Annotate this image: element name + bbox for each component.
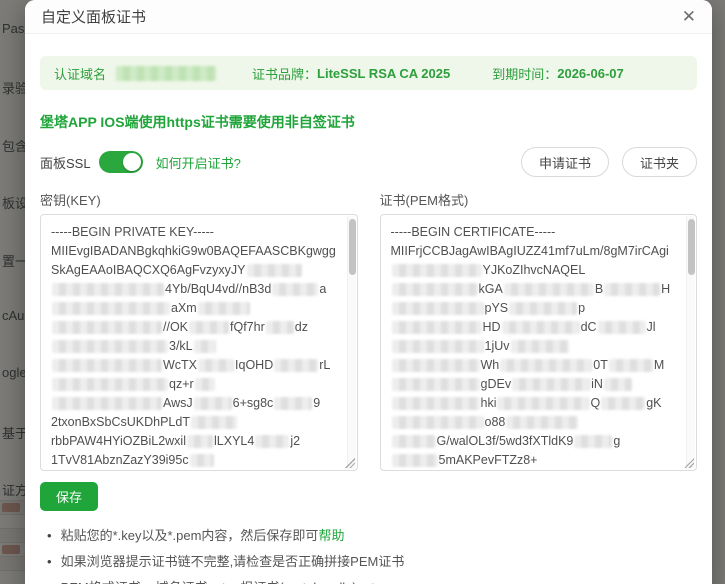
cert-expiry-value: 2026-06-07: [557, 65, 624, 81]
redacted-domain: [116, 65, 217, 81]
scrollbar-thumb[interactable]: [348, 219, 356, 275]
cert-columns: 密钥(KEY) -----BEGIN PRIVATE KEY----- MIIEv…: [40, 190, 697, 471]
scrollbar-thumb[interactable]: [688, 219, 695, 275]
key-label: 密钥(KEY): [40, 193, 101, 208]
close-icon[interactable]: ✕: [682, 8, 696, 25]
pem-cert-textarea[interactable]: -----BEGIN CERTIFICATE----- MIIFrjCCBJagA…: [379, 214, 697, 471]
cert-info-bar: 认证域名 证书品牌： LiteSSL RSA CA 2025 到期时间： 202…: [40, 56, 697, 90]
private-key-textarea[interactable]: -----BEGIN PRIVATE KEY----- MIIEvgIBADANB…: [40, 214, 358, 471]
tip-item: 粘贴您的*.key以及*.pem内容，然后保存即可帮助: [40, 523, 697, 549]
pem-column: 证书(PEM格式) -----BEGIN CERTIFICATE----- MII…: [379, 190, 697, 471]
how-to-enable-cert-link[interactable]: 如何开启证书?: [156, 153, 241, 172]
help-link[interactable]: 帮助: [318, 528, 344, 543]
custom-panel-cert-modal: 自定义面板证书 ✕ 认证域名 证书品牌： LiteSSL RSA CA 2025…: [25, 0, 712, 584]
resize-handle-icon[interactable]: [344, 458, 355, 468]
tip-item: 如果浏览器提示证书链不完整,请检查是否正确拼接PEM证书: [40, 549, 697, 575]
pem-label: 证书(PEM格式): [379, 193, 469, 208]
screen: Pas录验包含板设置一cAuogle基于证方 自定义面板证书 ✕ 认证域名 证书…: [0, 0, 725, 584]
toggle-knob: [122, 153, 141, 171]
cert-brand-label: 证书品牌：: [252, 66, 318, 82]
save-button[interactable]: 保存: [40, 482, 99, 511]
modal-body: 认证域名 证书品牌： LiteSSL RSA CA 2025 到期时间： 202…: [25, 34, 712, 584]
panel-ssl-toggle[interactable]: [98, 151, 143, 173]
tip-item: PEM格式证书 = 域名证书.crt + 根证书(root_bundle).cr…: [40, 575, 697, 584]
tips-list: 粘贴您的*.key以及*.pem内容，然后保存即可帮助 如果浏览器提示证书链不完…: [40, 523, 697, 584]
panel-ssl-row: 面板SSL 如何开启证书? 申请证书 证书夹: [40, 147, 697, 177]
cert-expiry-label: 到期时间：: [492, 66, 558, 82]
cert-brand-value: LiteSSL RSA CA 2025: [317, 65, 451, 81]
ios-https-notice: 堡塔APP IOS端使用https证书需要使用非自签证书: [40, 114, 355, 130]
tip-text: 粘贴您的*.key以及*.pem内容，然后保存即可: [60, 528, 319, 543]
tip-text: PEM格式证书 = 域名证书.crt + 根证书(root_bundle).cr…: [61, 580, 375, 584]
panel-ssl-label: 面板SSL: [40, 155, 91, 171]
auth-domain-label: 认证域名: [54, 66, 107, 82]
cert-folder-button[interactable]: 证书夹: [621, 147, 697, 177]
resize-handle-icon[interactable]: [684, 458, 694, 468]
tip-text: 如果浏览器提示证书链不完整,请检查是否正确拼接PEM证书: [60, 554, 405, 569]
apply-cert-button[interactable]: 申请证书: [520, 147, 609, 177]
modal-title: 自定义面板证书: [41, 9, 147, 26]
key-column: 密钥(KEY) -----BEGIN PRIVATE KEY----- MIIEv…: [40, 190, 358, 471]
modal-header: 自定义面板证书 ✕: [25, 0, 712, 34]
